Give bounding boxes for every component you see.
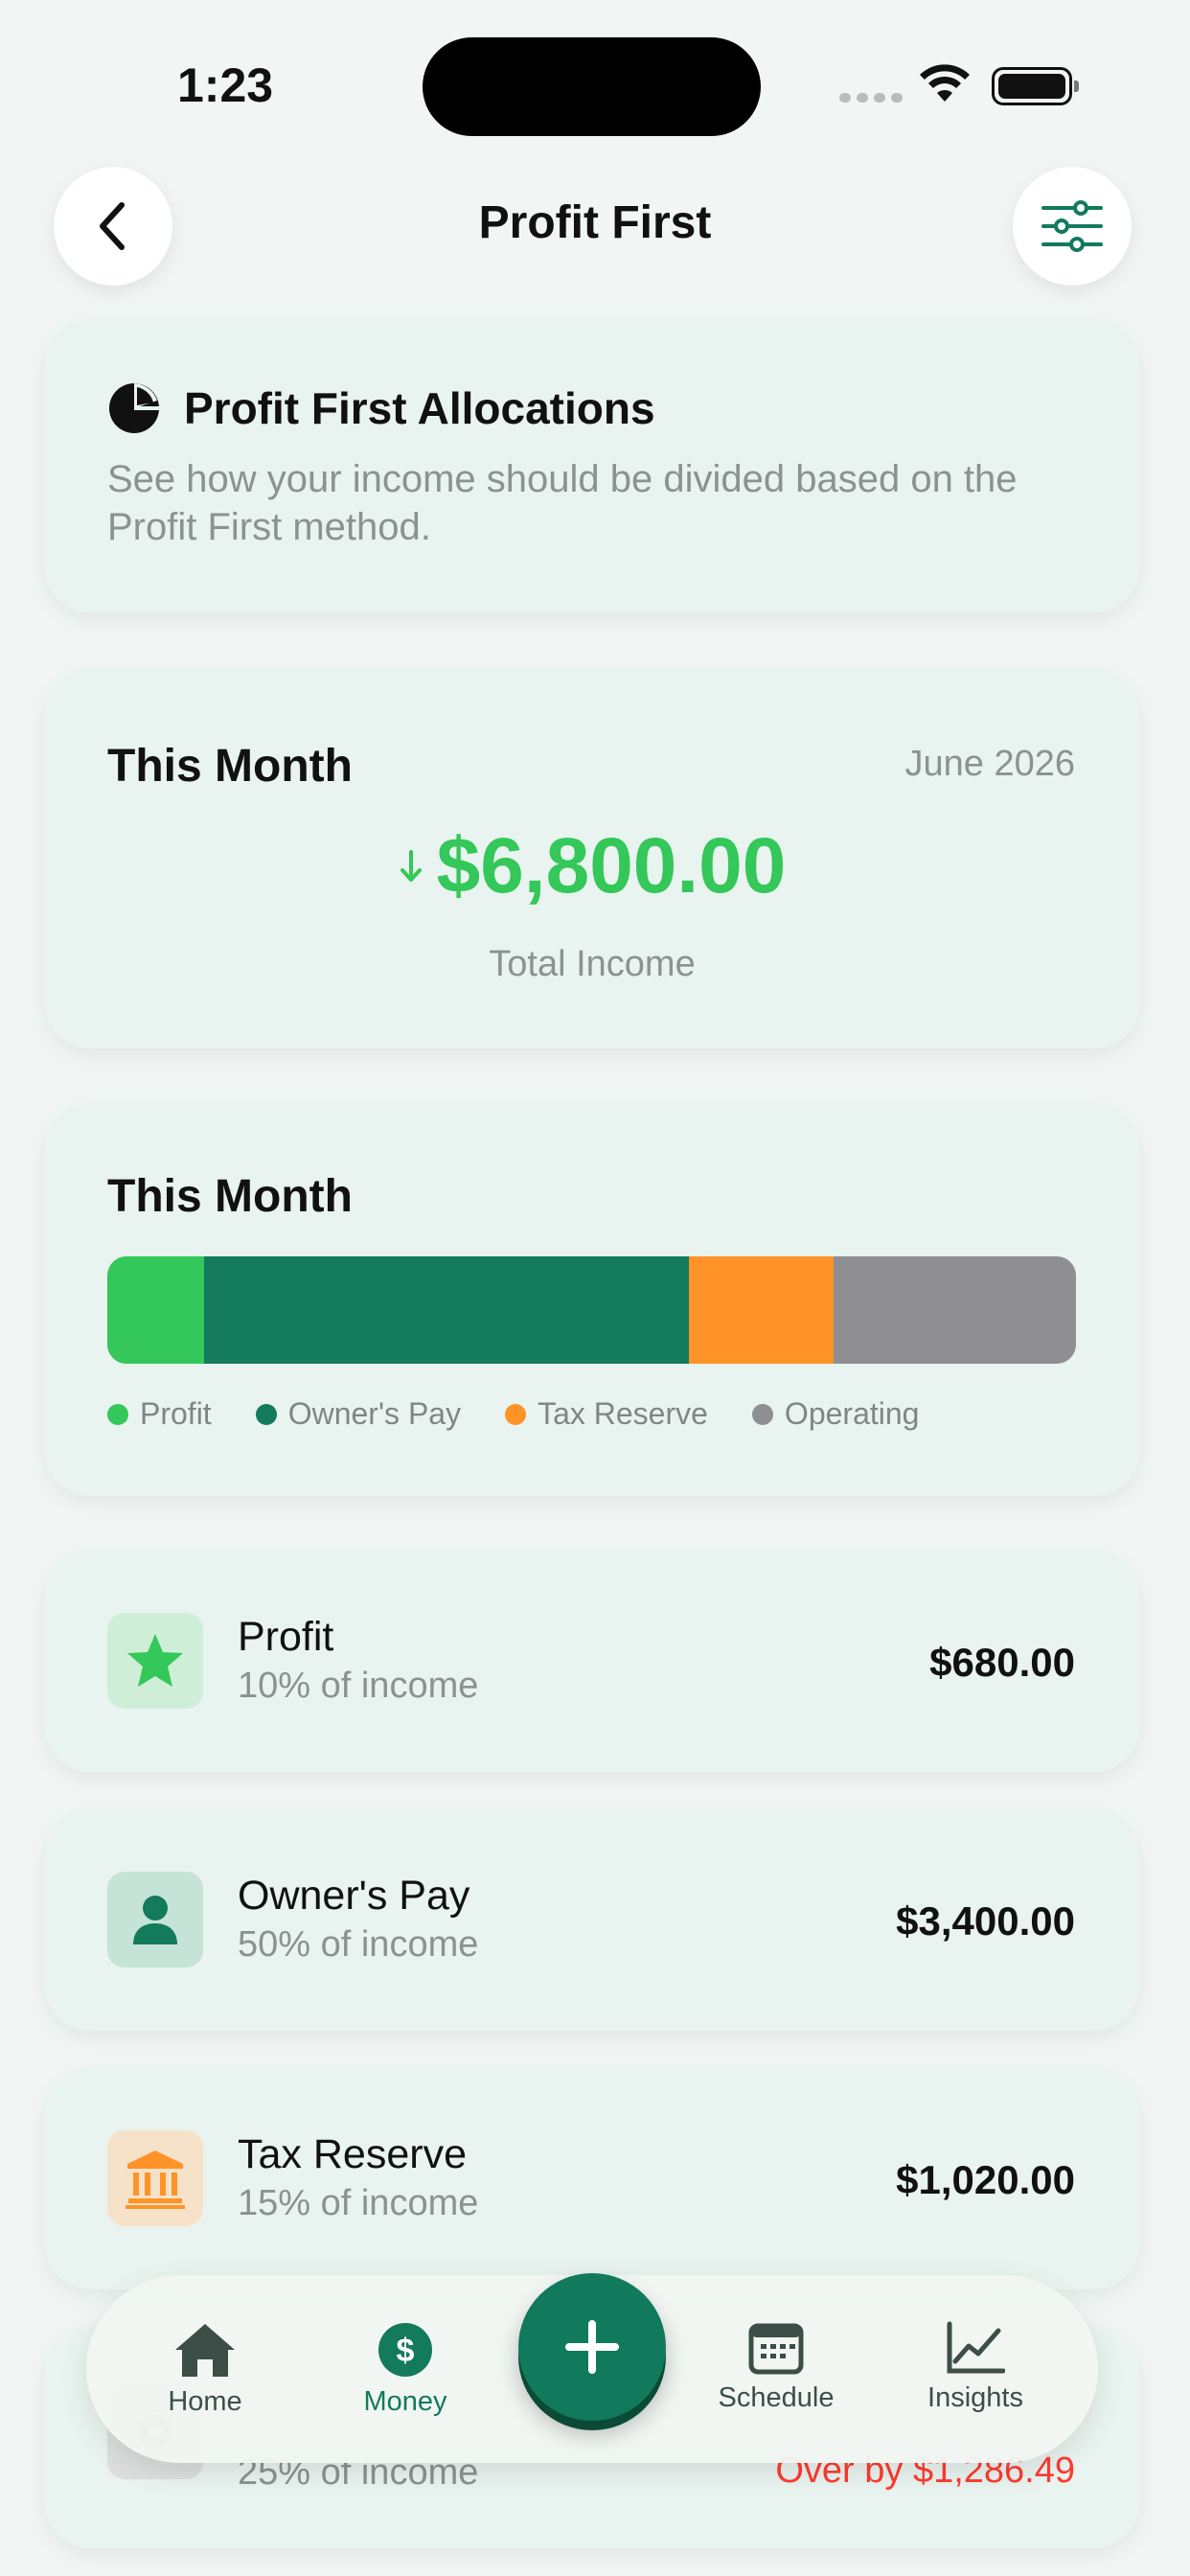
- tab-money[interactable]: $ Money: [319, 2321, 492, 2418]
- dollar-circle-icon: $: [378, 2323, 432, 2377]
- allocation-bar-card: This Month Profit Owner's Pay Tax Reserve O…: [44, 1103, 1140, 1496]
- tab-label: Insights: [927, 2382, 1023, 2413]
- allocation-segment: [107, 1256, 205, 1364]
- total-income-label: Total Income: [489, 944, 696, 984]
- tab-home[interactable]: Home: [119, 2321, 291, 2418]
- sliders-icon: [1041, 200, 1103, 252]
- allocation-amount: $3,400.00: [896, 1898, 1075, 1944]
- tab-insights[interactable]: Insights: [889, 2321, 1062, 2414]
- calendar-icon: [748, 2323, 804, 2375]
- tab-label: Money: [363, 2386, 447, 2417]
- intro-title: Profit First Allocations: [184, 383, 655, 433]
- allocation-segment: [834, 1256, 1076, 1364]
- filter-button[interactable]: [1013, 167, 1132, 286]
- legend-label: Operating: [784, 1396, 920, 1431]
- legend-item: Owner's Pay: [255, 1396, 462, 1432]
- svg-text:$: $: [397, 2333, 415, 2369]
- battery-icon: [992, 67, 1079, 105]
- allocation-row-profit[interactable]: Profit 10% of income $680.00: [44, 1550, 1140, 1772]
- intro-header: Profit First Allocations: [107, 381, 655, 435]
- allocation-row-owners-pay[interactable]: Owner's Pay 50% of income $3,400.00: [44, 1808, 1140, 2031]
- bank-icon: [126, 2150, 185, 2209]
- plus-icon: [565, 2320, 619, 2374]
- pie-chart-icon: [109, 383, 159, 433]
- allocation-row-tax-reserve[interactable]: Tax Reserve 15% of income $1,020.00: [44, 2067, 1140, 2289]
- allocation-name: Profit: [238, 1614, 334, 1660]
- star-icon: [127, 1634, 183, 1687]
- chart-line-icon: [947, 2321, 1005, 2374]
- summary-period-label: This Month: [107, 741, 353, 792]
- allocation-amount: $680.00: [929, 1640, 1075, 1685]
- cellular-signal-icon: [839, 93, 903, 103]
- intro-description: See how your income should be divided ba…: [107, 458, 1018, 548]
- legend-label: Profit: [140, 1396, 212, 1431]
- status-time: 1:23: [177, 58, 274, 112]
- allocation-name: Owner's Pay: [238, 1873, 470, 1919]
- dynamic-island: [423, 37, 761, 136]
- allocation-amount: $1,020.00: [896, 2157, 1075, 2202]
- allocation-segment: [204, 1256, 689, 1364]
- add-transaction-button[interactable]: [518, 2273, 666, 2421]
- allocation-icon-tile: [107, 1872, 203, 1967]
- tab-label: Home: [168, 2386, 242, 2417]
- legend-label: Tax Reserve: [538, 1396, 708, 1431]
- total-income-row: $6,800.00: [44, 821, 1140, 911]
- total-income-amount: $6,800.00: [436, 822, 787, 909]
- allocation-bar-title: This Month: [107, 1171, 353, 1222]
- allocation-percent: 50% of income: [238, 1924, 479, 1965]
- allocation-legend: Profit Owner's Pay Tax Reserve Operating: [107, 1396, 963, 1432]
- allocation-bar: [107, 1256, 1076, 1364]
- wifi-icon: [918, 63, 972, 108]
- tab-schedule[interactable]: Schedule: [690, 2321, 862, 2414]
- allocation-percent: 15% of income: [238, 2183, 479, 2223]
- allocation-icon-tile: [107, 1613, 203, 1709]
- intro-card: Profit First Allocations See how your in…: [44, 319, 1140, 613]
- summary-date: June 2026: [904, 744, 1076, 784]
- legend-dot: [751, 1403, 773, 1425]
- legend-item: Operating: [751, 1396, 920, 1432]
- legend-dot: [505, 1403, 527, 1425]
- page-title: Profit First: [478, 197, 712, 248]
- tab-label: Schedule: [718, 2382, 835, 2413]
- allocation-name: Tax Reserve: [238, 2131, 467, 2177]
- house-icon: [175, 2324, 235, 2377]
- legend-label: Owner's Pay: [287, 1396, 462, 1431]
- person-icon: [133, 1896, 177, 1944]
- monthly-summary-card: This Month June 2026 $6,800.00 Total Inc…: [44, 668, 1140, 1048]
- legend-item: Profit: [107, 1396, 212, 1432]
- allocation-segment: [688, 1256, 835, 1364]
- legend-dot: [255, 1403, 277, 1425]
- legend-dot: [107, 1403, 128, 1425]
- allocation-icon-tile: [107, 2130, 203, 2226]
- legend-item: Tax Reserve: [505, 1396, 708, 1432]
- allocation-percent: 10% of income: [238, 1666, 479, 1706]
- arrow-down-icon: [400, 850, 422, 882]
